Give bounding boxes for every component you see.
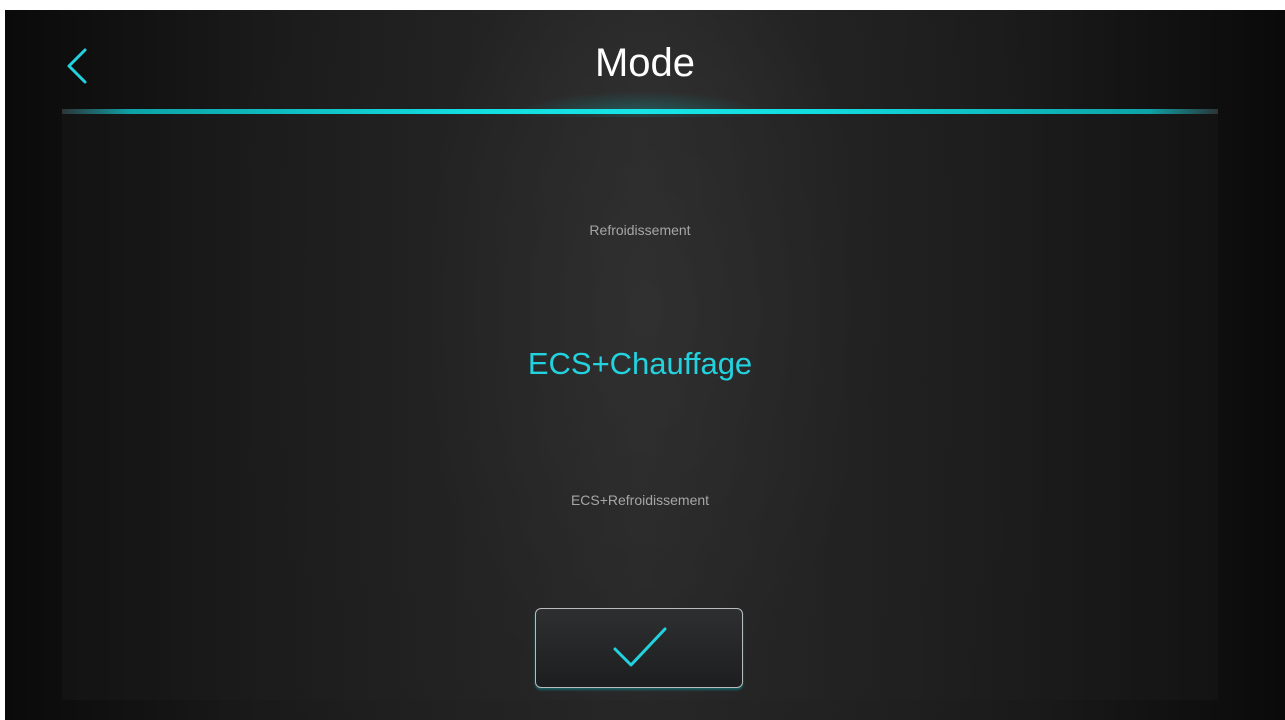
confirm-button[interactable] — [535, 608, 743, 688]
page-title: Mode — [594, 41, 696, 85]
checkmark-icon — [613, 627, 667, 667]
mode-option-ecs-chauffage-selected[interactable]: ECS+Chauffage — [62, 344, 1218, 384]
mode-screen: Mode Refroidissement ECS+Chauffage ECS+R… — [5, 10, 1285, 720]
mode-option-ecs-refroidissement[interactable]: ECS+Refroidissement — [62, 490, 1218, 510]
mode-option-refroidissement[interactable]: Refroidissement — [62, 220, 1218, 240]
mode-picker-panel: Refroidissement ECS+Chauffage ECS+Refroi… — [62, 114, 1218, 700]
